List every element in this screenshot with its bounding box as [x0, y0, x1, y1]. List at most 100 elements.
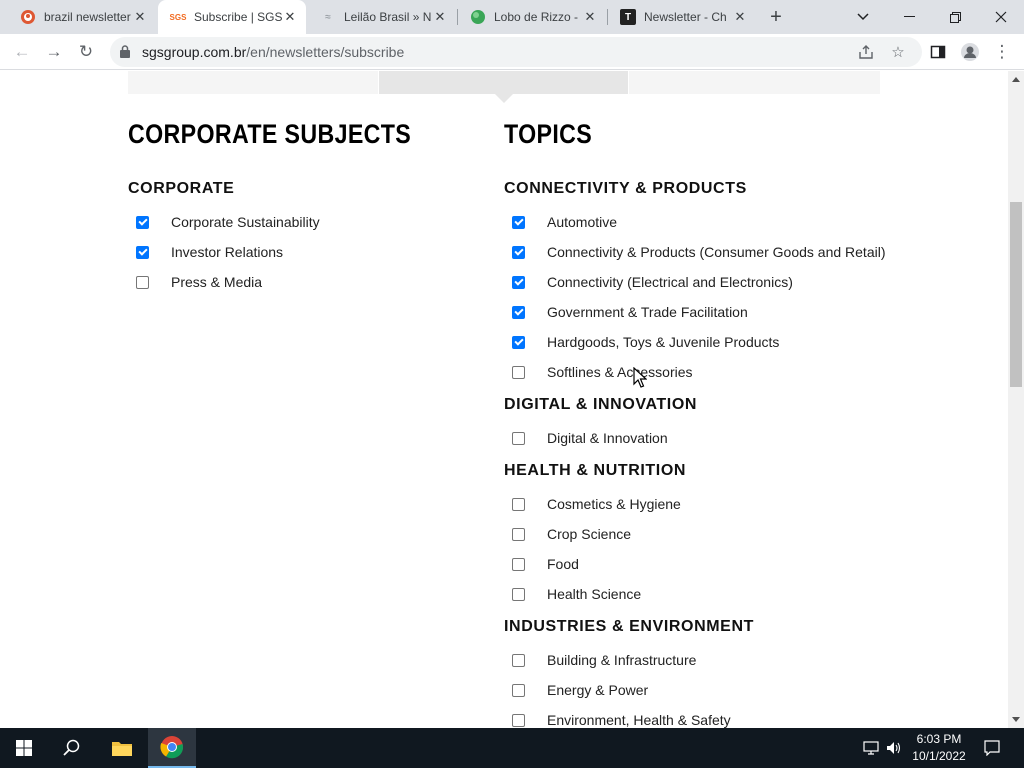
file-explorer-icon[interactable]: [98, 728, 146, 768]
checkbox-investor-relations[interactable]: Investor Relations: [136, 241, 283, 263]
page-scrollbar[interactable]: [1008, 71, 1024, 728]
checkbox[interactable]: [136, 215, 149, 229]
checkbox[interactable]: [512, 713, 525, 727]
checkbox-energy-power[interactable]: Energy & Power: [512, 679, 648, 701]
checkbox[interactable]: [136, 245, 149, 259]
scrollbar-thumb[interactable]: [1010, 202, 1022, 387]
t-icon: T: [620, 9, 636, 25]
tab-subscribe-sgs[interactable]: SGS Subscribe | SGS ✕: [158, 0, 306, 34]
checkbox-automotive[interactable]: Automotive: [512, 211, 617, 233]
close-tab-icon[interactable]: ✕: [282, 9, 298, 25]
close-tab-icon[interactable]: ✕: [732, 9, 748, 25]
tab-title: Lobo de Rizzo -: [494, 10, 579, 24]
checkbox-food[interactable]: Food: [512, 553, 579, 575]
forward-icon[interactable]: →: [40, 38, 68, 66]
checkbox-connectivity-electrical[interactable]: Connectivity (Electrical and Electronics…: [512, 271, 793, 293]
checkbox[interactable]: [512, 245, 525, 259]
url-host: sgsgroup.com.br: [142, 44, 247, 60]
browser-toolbar: ← → ↻ sgsgroup.com.br/en/newsletters/sub…: [0, 34, 1024, 70]
leilao-icon: ≈: [325, 11, 331, 23]
checkbox-label: Connectivity (Electrical and Electronics…: [547, 274, 793, 290]
reload-icon[interactable]: ↻: [72, 38, 100, 66]
scroll-up-icon[interactable]: [1012, 77, 1020, 82]
checkbox-digital-innovation[interactable]: Digital & Innovation: [512, 427, 668, 449]
tab-search-chevron-icon[interactable]: [840, 0, 886, 34]
share-icon[interactable]: [856, 42, 876, 62]
checkbox[interactable]: [512, 557, 525, 571]
checkbox-label: Press & Media: [171, 274, 263, 290]
duckduckgo-icon: [20, 9, 36, 25]
url-text: sgsgroup.com.br/en/newsletters/subscribe: [142, 44, 404, 60]
chrome-taskbar-icon[interactable]: [148, 728, 196, 768]
checkbox-building-infrastructure[interactable]: Building & Infrastructure: [512, 649, 696, 671]
address-bar[interactable]: sgsgroup.com.br/en/newsletters/subscribe…: [110, 37, 922, 67]
checkbox[interactable]: [512, 335, 525, 349]
checkbox-environment-health-safety[interactable]: Environment, Health & Safety: [512, 709, 731, 728]
tab-leilao-brasil[interactable]: ≈ Leilão Brasil » N ✕: [308, 0, 456, 34]
checkbox-label: Digital & Innovation: [547, 430, 668, 446]
tab-newsletter[interactable]: T Newsletter - Ch ✕: [608, 0, 756, 34]
checkbox-label: Government & Trade Facilitation: [547, 304, 748, 320]
tab-lobo-de-rizzo[interactable]: Lobo de Rizzo - ✕: [458, 0, 606, 34]
checkbox[interactable]: [512, 431, 525, 445]
mouse-cursor-icon: [633, 367, 647, 388]
tab-title: Newsletter - Ch: [644, 10, 727, 24]
checkbox[interactable]: [512, 527, 525, 541]
side-panel-icon[interactable]: [924, 38, 952, 66]
bookmark-star-icon[interactable]: ☆: [888, 42, 908, 62]
taskbar-clock[interactable]: 6:03 PM 10/1/2022: [898, 731, 980, 765]
minimize-icon[interactable]: [886, 0, 932, 34]
checkbox[interactable]: [512, 683, 525, 697]
health-nutrition-group-title: HEALTH & NUTRITION: [504, 462, 687, 479]
tab-band-right: [629, 71, 880, 94]
checkbox-cosmetics-hygiene[interactable]: Cosmetics & Hygiene: [512, 493, 681, 515]
checkbox[interactable]: [512, 275, 525, 289]
active-tab-pointer: [495, 94, 513, 103]
checkbox-government-trade[interactable]: Government & Trade Facilitation: [512, 301, 748, 323]
checkbox-label: Environment, Health & Safety: [547, 712, 731, 728]
checkbox-label: Building & Infrastructure: [547, 652, 697, 668]
checkbox-crop-science[interactable]: Crop Science: [512, 523, 631, 545]
checkbox-label: Food: [547, 556, 579, 572]
close-window-icon[interactable]: [978, 0, 1024, 34]
checkbox[interactable]: [512, 365, 525, 379]
clock-time: 6:03 PM: [916, 732, 962, 746]
close-tab-icon[interactable]: ✕: [432, 9, 448, 25]
checkbox[interactable]: [512, 497, 525, 511]
checkbox-press-media[interactable]: Press & Media: [136, 271, 262, 293]
restore-icon[interactable]: [932, 0, 978, 34]
checkbox-label: Automotive: [547, 214, 618, 230]
new-tab-icon[interactable]: +: [764, 5, 788, 29]
close-tab-icon[interactable]: ✕: [582, 9, 598, 25]
windows-start-icon[interactable]: [0, 728, 48, 768]
checkbox-softlines-accessories[interactable]: Softlines & Accessories: [512, 361, 693, 383]
checkbox[interactable]: [512, 587, 525, 601]
notification-icon[interactable]: [980, 728, 1004, 768]
back-icon[interactable]: ←: [8, 38, 36, 66]
corporate-subjects-heading: CORPORATE SUBJECTS: [128, 119, 412, 149]
checkbox[interactable]: [512, 653, 525, 667]
digital-innovation-group-title: DIGITAL & INNOVATION: [504, 396, 698, 413]
checkbox-corporate-sustainability[interactable]: Corporate Sustainability: [136, 211, 320, 233]
checkbox-label: Corporate Sustainability: [171, 214, 320, 230]
topics-heading: TOPICS: [504, 119, 593, 149]
scroll-down-icon[interactable]: [1012, 717, 1020, 722]
checkbox[interactable]: [136, 275, 149, 289]
close-tab-icon[interactable]: ✕: [132, 9, 148, 25]
network-icon[interactable]: [860, 728, 882, 768]
profile-avatar-icon[interactable]: [956, 38, 984, 66]
kebab-menu-icon[interactable]: ⋮: [988, 38, 1016, 66]
search-icon[interactable]: [48, 728, 96, 768]
tab-band-left: [128, 71, 378, 94]
tab-title: brazil newsletter: [44, 10, 131, 24]
windows-taskbar: 6:03 PM 10/1/2022: [0, 728, 1024, 768]
checkbox-hardgoods-toys[interactable]: Hardgoods, Toys & Juvenile Products: [512, 331, 779, 353]
tab-title: Subscribe | SGS: [194, 10, 282, 24]
checkbox[interactable]: [512, 215, 525, 229]
checkbox-label: Softlines & Accessories: [547, 364, 693, 380]
lock-icon: [120, 45, 130, 58]
checkbox[interactable]: [512, 305, 525, 319]
tab-brazil-newsletter[interactable]: brazil newsletter ✕: [8, 0, 156, 34]
checkbox-health-science[interactable]: Health Science: [512, 583, 641, 605]
checkbox-connectivity-consumer-goods[interactable]: Connectivity & Products (Consumer Goods …: [512, 241, 885, 263]
